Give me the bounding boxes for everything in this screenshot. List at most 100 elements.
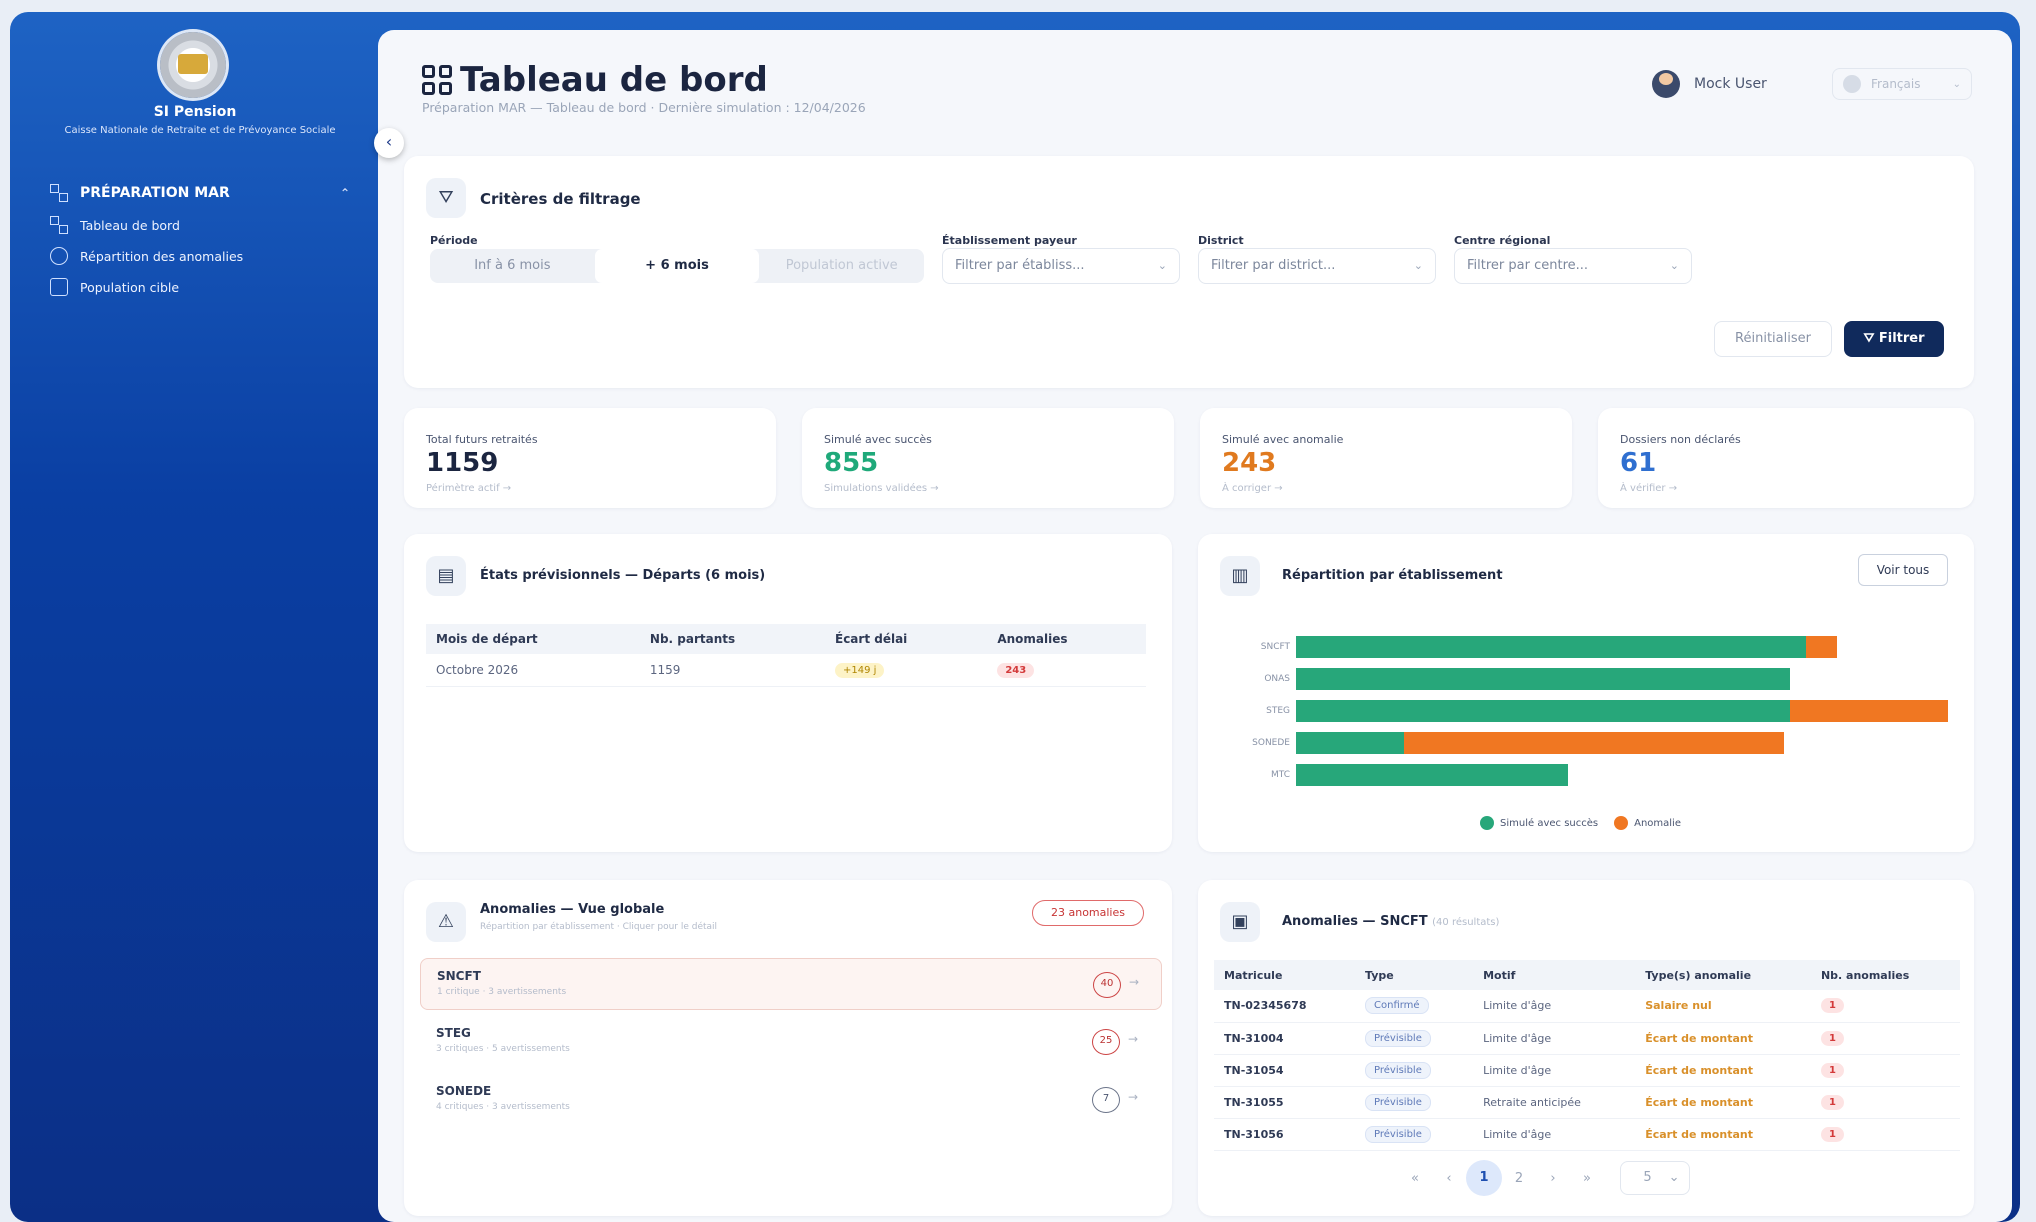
anomaly-sub: 4 critiques · 3 avertissements (436, 1102, 570, 1112)
anomaly-row-sncft[interactable]: SNCFT 1 critique · 3 avertissements 40 → (420, 958, 1162, 1010)
anomaly-count: 25 (1092, 1029, 1120, 1055)
table-header-row: Mois de départ Nb. partants Écart délai … (426, 624, 1146, 654)
cell-anomalies: 243 (987, 654, 1146, 687)
bar-success-mtc[interactable] (1296, 764, 1568, 786)
period-segmented-control: Inf à 6 mois + 6 mois Population active (430, 249, 924, 283)
kpi-card-non-declares[interactable]: Dossiers non déclarés 61 À vérifier → (1598, 408, 1974, 508)
table-row[interactable]: TN-31056 Prévisible Limite d'âge Écart de m… (1214, 1118, 1960, 1151)
cell-nb-badge: 1 (1820, 1126, 1844, 1142)
grid-icon (50, 216, 68, 234)
anomalies-badge: 243 (997, 662, 1035, 678)
kpi-value: 243 (1222, 448, 1277, 478)
page-title-text: Tableau de bord (460, 60, 768, 100)
col-mois: Mois de départ (426, 624, 640, 654)
user-menu[interactable]: Mock User (1652, 70, 1767, 98)
page-button-1[interactable]: 1 (1466, 1160, 1502, 1196)
chevron-down-icon: ⌄ (1157, 259, 1167, 272)
cell-partants: 1159 (639, 654, 825, 687)
nav-section-preparation-mar[interactable]: PRÉPARATION MAR ⌃ (50, 184, 350, 202)
kpi-card-success[interactable]: Simulé avec succès 855 Simulations valid… (802, 408, 1174, 508)
bar-anomaly-steg[interactable] (1790, 700, 1948, 722)
cell-mois: Octobre 2026 (426, 654, 640, 687)
cell-matricule: TN-31054 (1214, 1054, 1355, 1087)
chevron-left-icon: ‹ (385, 132, 393, 151)
cell-matricule: TN-31055 (1214, 1086, 1355, 1119)
chevron-down-icon: ⌄ (1669, 259, 1679, 272)
language-select[interactable]: Français ⌄ (1832, 68, 1972, 100)
page-button-2[interactable]: 2 (1502, 1171, 1536, 1186)
chevron-down-icon: ⌄ (1952, 78, 1961, 90)
sidebar-item-label: Répartition des anomalies (80, 248, 244, 264)
app-frame: SI Pension Caisse Nationale de Retraite … (10, 12, 2020, 1222)
kpi-value: 1159 (426, 448, 499, 478)
prev-page-button[interactable]: ‹ (1432, 1171, 1466, 1186)
first-page-button[interactable]: « (1398, 1171, 1432, 1186)
last-page-button[interactable]: » (1570, 1171, 1604, 1186)
centre-label: Centre régional (1454, 234, 1551, 247)
district-label: District (1198, 234, 1244, 247)
cell-nb: 1 (1810, 1022, 1960, 1055)
table-row[interactable]: TN-31054 Prévisible Limite d'âge Écart de m… (1214, 1054, 1960, 1087)
kpi-sub: Simulations validées → (824, 483, 939, 494)
anomaly-row-steg[interactable]: STEG 3 critiques · 5 avertissements 25 → (420, 1016, 1162, 1068)
sidebar-item-repartition-anomalies[interactable]: Répartition des anomalies (50, 247, 350, 265)
etablissement-label: Établissement payeur (942, 234, 1077, 247)
sidebar-collapse-button[interactable]: ‹ (374, 128, 404, 158)
kpi-card-anomalie[interactable]: Simulé avec anomalie 243 À corriger → (1200, 408, 1572, 508)
anomalies-sncft-title: Anomalies — SNCFT (1282, 914, 1428, 929)
centre-select[interactable]: Filtrer par centre... ⌄ (1454, 248, 1692, 284)
table-row[interactable]: TN-31055 Prévisible Retraite anticipée Écar… (1214, 1086, 1960, 1119)
col-nb-anomalies: Nb. anomalies (1810, 960, 1960, 990)
chevron-up-icon: ⌃ (339, 186, 350, 200)
repartition-card: ▥ Répartition par établissement Voir tou… (1198, 534, 1974, 852)
legend-swatch-anomaly (1614, 816, 1629, 830)
table-row[interactable]: TN-31004 Prévisible Limite d'âge Écart de m… (1214, 1022, 1960, 1055)
kpi-sub: À vérifier → (1620, 483, 1678, 494)
bar-anomaly-sncft[interactable] (1805, 636, 1837, 658)
cell-type: Prévisible (1355, 1118, 1474, 1151)
ecart-badge: +149 j (835, 662, 885, 678)
period-option-population-active[interactable]: Population active (759, 249, 924, 283)
cell-nb: 1 (1810, 1054, 1960, 1087)
cell-motif: Retraite anticipée (1473, 1086, 1636, 1119)
bar-anomaly-sonede[interactable] (1404, 732, 1785, 754)
sidebar-item-tableau-de-bord[interactable]: Tableau de bord (50, 216, 350, 234)
page-size-select[interactable]: 5 ⌄ (1620, 1161, 1690, 1195)
voir-tous-button[interactable]: Voir tous (1858, 554, 1948, 586)
col-motif: Motif (1473, 960, 1636, 990)
table-row[interactable]: TN-02345678 Confirmé Limite d'âge Salaire n… (1214, 990, 1960, 1023)
calendar-icon: ▤ (426, 556, 466, 596)
anomalies-sncft-card: ▣ Anomalies — SNCFT (40 résultats) Matri… (1198, 880, 1974, 1216)
chart-legend: Simulé avec succès Anomalie (1480, 816, 1681, 830)
kpi-card-total[interactable]: Total futurs retraités 1159 Périmètre ac… (404, 408, 776, 508)
bar-success-onas[interactable] (1296, 668, 1791, 690)
bar-category-label: ONAS (1264, 674, 1290, 684)
next-page-button[interactable]: › (1536, 1171, 1570, 1186)
filter-icon: ⛛ (426, 178, 466, 218)
cell-type-badge: Prévisible (1365, 1093, 1431, 1111)
anomaly-row-sonede[interactable]: SONEDE 4 critiques · 3 avertissements 7 … (420, 1074, 1162, 1126)
bar-success-steg[interactable] (1296, 700, 1791, 722)
district-select[interactable]: Filtrer par district... ⌄ (1198, 248, 1436, 284)
anomalies-global-subtitle: Répartition par établissement · Cliquer … (480, 922, 718, 932)
globe-icon (1843, 75, 1861, 93)
reset-button[interactable]: Réinitialiser (1714, 321, 1832, 357)
etablissement-select[interactable]: Filtrer par établiss... ⌄ (942, 248, 1180, 284)
kpi-sub: Périmètre actif → (426, 483, 512, 494)
period-option-plus-6-mois[interactable]: + 6 mois (594, 249, 760, 283)
table-row[interactable]: Octobre 2026 1159 +149 j 243 (426, 654, 1146, 687)
bar-success-sonede[interactable] (1296, 732, 1405, 754)
anomalies-sncft-table: Matricule Type Motif Type(s) anomalie Nb… (1214, 960, 1960, 1151)
period-option-inf-6-mois[interactable]: Inf à 6 mois (430, 249, 595, 283)
filter-button[interactable]: ⛛ Filtrer (1844, 321, 1944, 357)
bar-category-label: SONEDE (1252, 738, 1290, 748)
bar-success-sncft[interactable] (1296, 636, 1806, 658)
kpi-label: Dossiers non déclarés (1620, 433, 1741, 446)
cell-nb: 1 (1810, 1118, 1960, 1151)
cell-matricule: TN-31004 (1214, 1022, 1355, 1055)
cell-nb-badge: 1 (1820, 1094, 1844, 1110)
sidebar-item-population-cible[interactable]: Population cible (50, 278, 350, 296)
page-title: Tableau de bord (422, 60, 768, 100)
grid-icon (50, 184, 68, 202)
language-value: Français (1871, 77, 1921, 91)
